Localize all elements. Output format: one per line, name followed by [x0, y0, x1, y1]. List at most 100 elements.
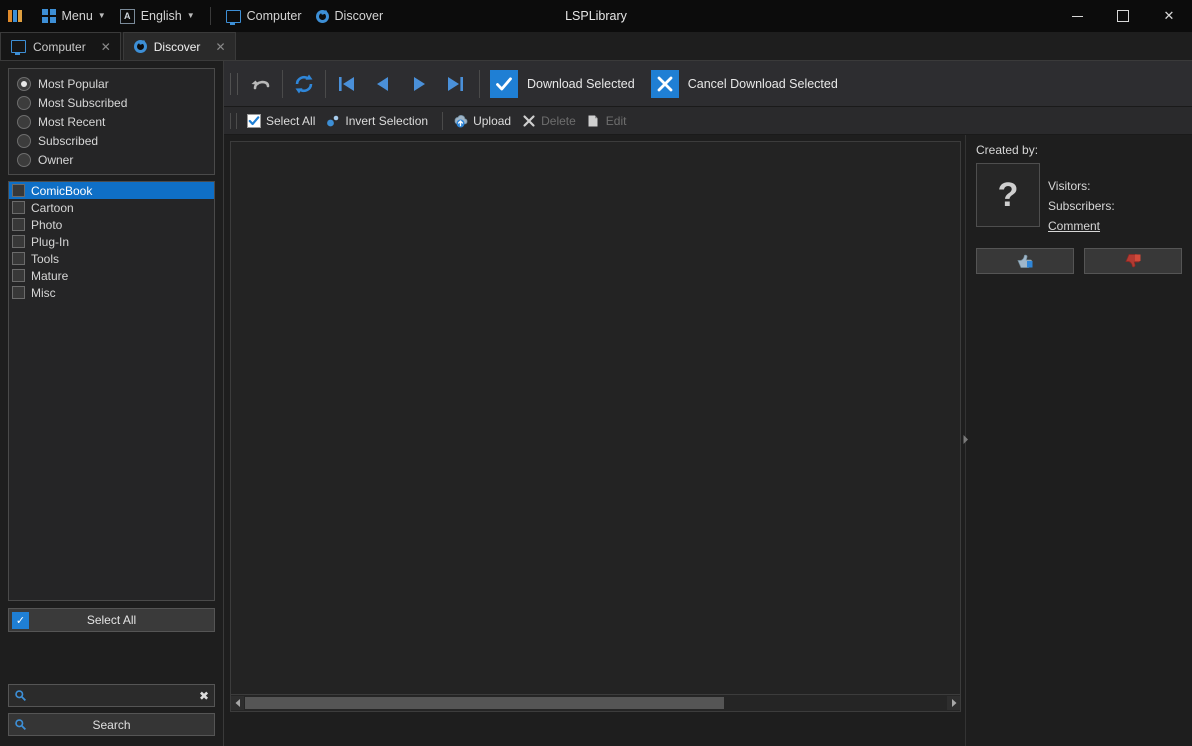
language-button[interactable]: A English ▼ — [113, 4, 202, 28]
radio-icon — [17, 152, 31, 167]
category-label: Mature — [31, 268, 69, 283]
select-all-label: Select All — [266, 113, 316, 128]
content-bottom-strip — [230, 712, 961, 746]
next-icon — [414, 76, 425, 91]
scrollbar-thumb[interactable] — [245, 697, 724, 709]
sidebar-select-all-button[interactable]: ✓ Select All — [8, 608, 215, 632]
category-label: ComicBook — [31, 183, 93, 198]
scroll-left-arrow[interactable] — [231, 696, 244, 710]
created-by-label: Created by: — [976, 143, 1039, 157]
sort-option-label: Most Popular — [38, 76, 109, 91]
tab-computer[interactable]: Computer ✕ — [0, 32, 121, 60]
menu-divider — [209, 7, 211, 25]
last-page-button[interactable] — [437, 66, 473, 102]
sort-option-subscribed[interactable]: Subscribed — [9, 131, 214, 150]
refresh-button[interactable] — [286, 66, 322, 102]
upload-button[interactable]: Upload — [450, 110, 518, 132]
radio-icon — [17, 95, 31, 110]
skip-first-icon — [339, 76, 354, 91]
search-input[interactable] — [27, 688, 195, 703]
category-label: Photo — [31, 217, 63, 232]
search-button[interactable]: Search — [8, 713, 215, 736]
invert-selection-button[interactable]: Invert Selection — [322, 110, 435, 132]
tab-computer-label: Computer — [33, 39, 86, 54]
close-button[interactable]: ✕ — [1146, 0, 1192, 32]
comment-link[interactable]: Comment — [1048, 216, 1115, 236]
select-all-button[interactable]: Select All — [243, 110, 322, 132]
items-canvas[interactable] — [230, 141, 961, 695]
splitter-collapse-icon[interactable] — [962, 434, 969, 448]
maximize-button[interactable] — [1100, 0, 1146, 32]
chevron-down-icon: ▼ — [97, 11, 106, 20]
sidebar-bottom-pad — [0, 736, 223, 746]
sort-option-most-recent[interactable]: Most Recent — [9, 112, 214, 131]
checkbox-icon[interactable] — [12, 286, 25, 299]
content-wrapper: Created by: ? Visitors: Subscribers: Com… — [224, 135, 1192, 746]
scroll-right-arrow[interactable] — [947, 696, 960, 710]
list-item[interactable]: Mature — [9, 267, 214, 284]
list-item[interactable]: ComicBook — [9, 182, 214, 199]
primary-toolbar: Download Selected Cancel Download Select… — [224, 61, 1192, 107]
list-item[interactable]: Misc — [9, 284, 214, 301]
discover-link[interactable]: Discover — [309, 4, 391, 28]
checkbox-icon[interactable] — [12, 235, 25, 248]
tab-computer-close-icon[interactable]: ✕ — [98, 40, 114, 54]
checkbox-icon[interactable] — [12, 252, 25, 265]
computer-link-label: Computer — [246, 9, 302, 23]
panel-splitter[interactable] — [961, 135, 970, 746]
tab-discover-close-icon[interactable]: ✕ — [212, 40, 228, 54]
previous-page-button[interactable] — [365, 66, 401, 102]
discover-globe-icon — [315, 9, 329, 23]
sort-option-most-popular[interactable]: Most Popular — [9, 74, 214, 93]
menu-button[interactable]: Menu ▼ — [35, 4, 113, 28]
discover-link-label: Discover — [334, 9, 384, 23]
avatar-placeholder: ? — [997, 176, 1019, 214]
category-list[interactable]: ComicBook Cartoon Photo Plug-In Tools Ma… — [8, 181, 215, 601]
edit-button[interactable]: Edit — [583, 110, 634, 132]
undo-button[interactable] — [243, 66, 279, 102]
list-item[interactable]: Photo — [9, 216, 214, 233]
delete-button[interactable]: Delete — [518, 110, 583, 132]
previous-icon — [377, 76, 388, 91]
toolbar-grip[interactable] — [230, 72, 238, 95]
radio-icon — [17, 133, 31, 148]
vote-buttons — [976, 248, 1182, 274]
chevron-down-icon: ▼ — [186, 11, 195, 20]
tab-discover[interactable]: Discover ✕ — [122, 32, 236, 60]
creator-row: ? Visitors: Subscribers: Comment — [976, 163, 1182, 236]
checkbox-icon[interactable] — [12, 218, 25, 231]
tab-discover-label: Discover — [153, 39, 201, 54]
thumbs-down-button[interactable] — [1084, 248, 1182, 274]
refresh-icon — [295, 74, 313, 93]
checkbox-icon[interactable] — [12, 201, 25, 214]
upload-icon — [453, 113, 468, 128]
category-label: Misc — [31, 285, 56, 300]
secondary-toolbar: Select All Invert Selection Upload Delet… — [224, 107, 1192, 135]
sort-option-most-subscribed[interactable]: Most Subscribed — [9, 93, 214, 112]
checkbox-checked-icon — [246, 113, 261, 128]
list-item[interactable]: Cartoon — [9, 199, 214, 216]
search-field-container[interactable]: ✖ — [8, 684, 215, 707]
toolbar-divider — [479, 69, 480, 98]
monitor-icon — [11, 40, 26, 55]
checkbox-icon[interactable] — [12, 269, 25, 282]
visitors-label: Visitors: — [1048, 179, 1091, 193]
next-page-button[interactable] — [401, 66, 437, 102]
computer-link[interactable]: Computer — [219, 4, 309, 28]
first-page-button[interactable] — [329, 66, 365, 102]
clear-search-icon[interactable]: ✖ — [195, 689, 209, 703]
toolbar-grip[interactable] — [230, 112, 237, 129]
language-button-label: English — [140, 9, 182, 23]
list-item[interactable]: Plug-In — [9, 233, 214, 250]
radio-icon — [17, 114, 31, 129]
left-sidebar: Most Popular Most Subscribed Most Recent… — [0, 61, 224, 746]
thumbs-up-button[interactable] — [976, 248, 1074, 274]
horizontal-scrollbar[interactable] — [230, 695, 961, 712]
download-selected-button[interactable]: Download Selected — [486, 66, 647, 102]
checkbox-icon[interactable] — [12, 184, 25, 197]
sort-option-owner[interactable]: Owner — [9, 150, 214, 169]
minimize-button[interactable] — [1054, 0, 1100, 32]
undo-arrow-icon — [251, 80, 270, 89]
cancel-download-selected-button[interactable]: Cancel Download Selected — [647, 66, 850, 102]
list-item[interactable]: Tools — [9, 250, 214, 267]
